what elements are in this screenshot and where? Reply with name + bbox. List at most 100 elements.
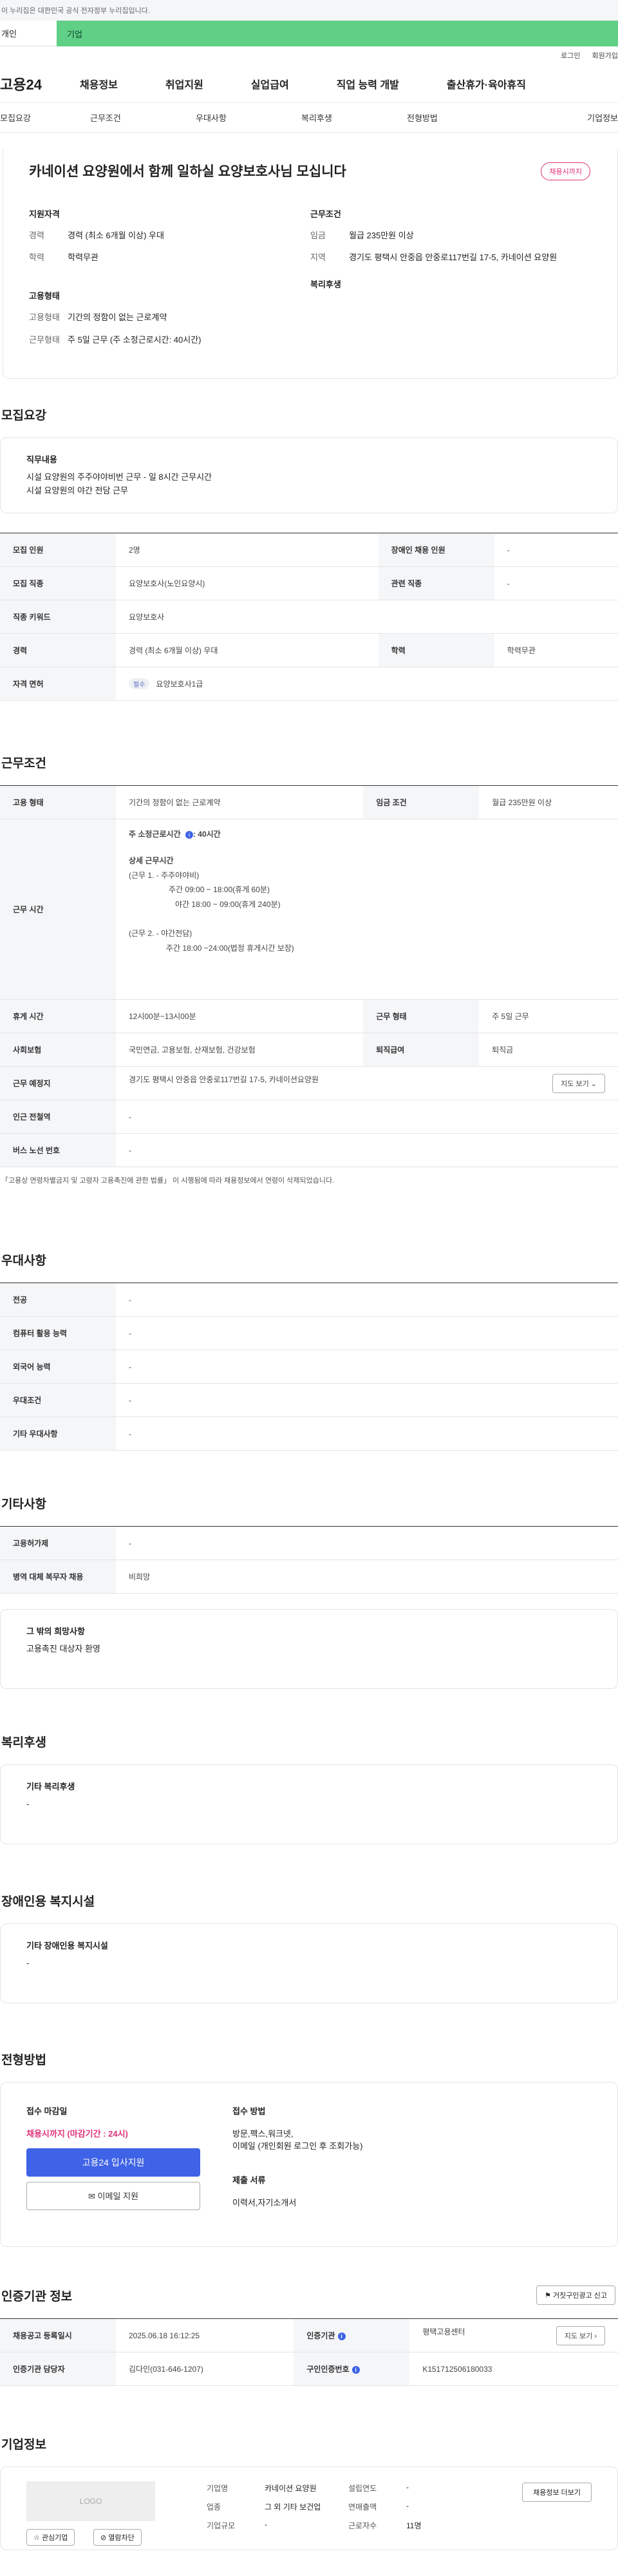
row-label: 임금 조건 bbox=[363, 785, 480, 819]
disabled-heading: 기타 장애인용 복지시설 bbox=[26, 1941, 108, 1951]
nav-item-training[interactable]: 직업 능력 개발 bbox=[337, 76, 399, 91]
hours-main: 주 소정근로시간 bbox=[129, 830, 181, 839]
fav-label: 관심기업 bbox=[41, 2534, 68, 2542]
row-label: 직종 키워드 bbox=[0, 600, 116, 634]
row-value: 기간의 정함이 없는 근로계약 bbox=[116, 785, 364, 819]
login-link[interactable]: 로그인 bbox=[561, 50, 580, 61]
detail-line: 야간 18:00 ~ 09:00(휴게 240분) bbox=[175, 900, 281, 910]
worktype-label: 근무형태 bbox=[29, 334, 60, 345]
welfare-value: - bbox=[26, 1798, 30, 1809]
row-label: 인증기관 bbox=[306, 2331, 335, 2340]
etc-title: 기타사항 bbox=[1, 1498, 46, 1511]
anchor-welfare[interactable]: 복리후생 bbox=[301, 111, 407, 124]
company-jobs-button[interactable]: 채용정보 더보기 bbox=[522, 2483, 592, 2502]
row-value: 국민연금, 고용보험, 산재보험, 건강보험 bbox=[116, 1033, 364, 1067]
nav-item-jobs[interactable]: 채용정보 bbox=[80, 76, 118, 91]
recruit-section: 모집요강 직무내용 시설 요양원의 주주야야비번 근무 - 일 8시간 근무시간… bbox=[0, 406, 618, 701]
docs-heading: 제출 서류 bbox=[232, 2175, 266, 2185]
row-label: 기타 우대사항 bbox=[0, 1417, 116, 1451]
block-label: 열람차단 bbox=[108, 2534, 135, 2542]
row-value: - bbox=[116, 1100, 618, 1134]
row-label: 근무 시간 bbox=[0, 819, 116, 1000]
site-logo[interactable]: 고용24 bbox=[0, 73, 80, 94]
recruit-title: 모집요강 bbox=[1, 409, 46, 423]
info-value: - bbox=[406, 2501, 409, 2510]
row-label: 관련 직종 bbox=[378, 566, 494, 600]
info-icon[interactable]: i bbox=[351, 2366, 360, 2374]
info-icon[interactable]: i bbox=[185, 831, 193, 839]
row-label: 고용허가제 bbox=[0, 1526, 116, 1560]
table-row: 컴퓨터 활용 능력 - bbox=[0, 1316, 618, 1350]
welfare-title: 복리후생 bbox=[1, 1736, 46, 1750]
map-button[interactable]: 지도 보기 › bbox=[556, 2325, 605, 2345]
worktype-value: 주 5일 근무 (주 소정근로시간: 40시간) bbox=[68, 334, 201, 345]
nav-item-benefit[interactable]: 실업급여 bbox=[251, 76, 289, 91]
tab-corporate[interactable]: 기업 bbox=[57, 21, 618, 46]
map-button-label: 지도 보기 bbox=[561, 1080, 589, 1088]
career-value: 경력 (최소 6개월 이상) 우대 bbox=[68, 231, 164, 240]
join-link[interactable]: 회원가입 bbox=[592, 50, 618, 61]
apply-button[interactable]: 고용24 입사지원 bbox=[26, 2148, 200, 2177]
anchor-recruit[interactable]: 모집요강 bbox=[0, 111, 90, 124]
nav-item-leave[interactable]: 출산휴가·육아휴직 bbox=[447, 76, 526, 91]
wage-value: 월급 235만원 이상 bbox=[349, 231, 414, 240]
summary-card: 카네이션 요양원에서 함께 일하실 요양보호사님 모십니다 채용시까지 지원자격… bbox=[3, 149, 618, 379]
row-value: 2025.06.18 16:12:25 bbox=[116, 2318, 294, 2352]
career-label: 경력 bbox=[29, 231, 44, 240]
job-title: 카네이션 요양원에서 함께 일하실 요양보호사님 모십니다 bbox=[29, 164, 346, 179]
info-icon[interactable]: i bbox=[337, 2333, 346, 2340]
row-label: 인근 전철역 bbox=[0, 1100, 116, 1134]
table-row: 전공 - bbox=[0, 1283, 618, 1317]
mail-icon: ✉ bbox=[88, 2191, 95, 2201]
table-row: 고용허가제 - bbox=[0, 1526, 618, 1560]
table-row: 모집 직종 요양보호사(노인요양시) 관련 직종 - bbox=[0, 566, 618, 600]
disabled-section: 장애인용 복지시설 기타 장애인용 복지시설 - bbox=[0, 1892, 618, 2003]
map-button[interactable]: 지도 보기 ⌄ bbox=[552, 1073, 605, 1093]
row-value: 월급 235만원 이상 bbox=[479, 785, 618, 819]
fav-button[interactable]: ☆ 관심기업 bbox=[26, 2529, 75, 2546]
method-heading: 접수 방법 bbox=[232, 2106, 266, 2116]
company-info: 기업명 카네이션 요양원 설립연도 - 업종 그 외 기타 보건업 연매출액 - 기업규모 -… bbox=[207, 2483, 483, 2531]
duty-heading: 직무내용 bbox=[26, 455, 57, 464]
hours-main-value: : 40시간 bbox=[192, 830, 221, 839]
email-apply-button[interactable]: ✉ 이메일 지원 bbox=[26, 2182, 200, 2210]
table-row: 휴게 시간 12시00분~13시00분 근무 형태 주 5일 근무 bbox=[0, 999, 618, 1033]
row-label: 채용공고 등록일시 bbox=[0, 2318, 116, 2352]
anchor-work[interactable]: 근무조건 bbox=[90, 111, 196, 124]
row-value: - bbox=[116, 1283, 618, 1317]
anchor-company[interactable]: 기업정보 bbox=[512, 111, 618, 124]
edu-label: 학력 bbox=[29, 253, 44, 263]
info-value: - bbox=[406, 2483, 409, 2492]
detail-line: 주간 18:00 ~24:00(법정 휴게시간 보장) bbox=[166, 943, 294, 953]
flag-icon: ⚑ bbox=[545, 2292, 551, 2300]
edu-value: 학력무관 bbox=[68, 253, 98, 263]
map-button-label: 지도 보기 bbox=[564, 2332, 593, 2340]
info-value: - bbox=[265, 2520, 267, 2529]
anchor-process[interactable]: 전형방법 bbox=[407, 111, 512, 124]
deadline-value: 채용시까지 (마감기간 : 24시) bbox=[26, 2129, 128, 2139]
company-section: 기업정보 LOGO ☆ 관심기업 ⊘ 열람차단 기업명 카네이션 요양원 설립연도 -… bbox=[0, 2435, 618, 2550]
work-table: 고용 형태 기간의 정함이 없는 근로계약 임금 조건 월급 235만원 이상 근무 … bbox=[0, 785, 618, 1167]
table-row: 버스 노선 번호 - bbox=[0, 1133, 618, 1167]
row-value: 김다인(031-646-1207) bbox=[116, 2352, 294, 2386]
method-line: 방문,팩스,워크넷, bbox=[232, 2129, 294, 2139]
deadline-badge: 채용시까지 bbox=[541, 162, 590, 180]
row-value: - bbox=[116, 1316, 618, 1350]
table-row: 근무 시간 주 소정근로시간 i: 40시간 상세 근무시간 (근무 1. - … bbox=[0, 819, 618, 1000]
gov-banner: 이 누리집은 대한민국 공식 전자정부 누리집입니다. bbox=[0, 0, 618, 21]
row-value: 평택고용센터 bbox=[422, 2327, 465, 2336]
table-row: 직종 키워드 요양보호사 bbox=[0, 600, 618, 634]
row-value: 12시00분~13시00분 bbox=[116, 999, 364, 1033]
anchor-nav: 모집요강 근무조건 우대사항 복리후생 전형방법 기업정보 bbox=[0, 103, 618, 133]
row-label: 병역 대체 복무자 채용 bbox=[0, 1560, 116, 1594]
nav-item-support[interactable]: 취업지원 bbox=[165, 76, 203, 91]
welfare-box: 기타 복리후생 - bbox=[0, 1764, 618, 1844]
report-button[interactable]: ⚑ 거짓구인광고 신고 bbox=[536, 2285, 615, 2305]
row-label: 모집 인원 bbox=[0, 533, 116, 567]
etc-section: 기타사항 고용허가제 - 병역 대체 복무자 채용 비희망 그 밖의 희망사항 고용… bbox=[0, 1494, 618, 1689]
row-label: 구인인증번호 bbox=[306, 2365, 350, 2374]
anchor-pref[interactable]: 우대사항 bbox=[196, 111, 301, 124]
block-button[interactable]: ⊘ 열람차단 bbox=[93, 2529, 142, 2546]
tab-individual[interactable]: 개인 bbox=[0, 21, 57, 46]
cert-title: 인증기관 정보 bbox=[1, 2290, 73, 2304]
